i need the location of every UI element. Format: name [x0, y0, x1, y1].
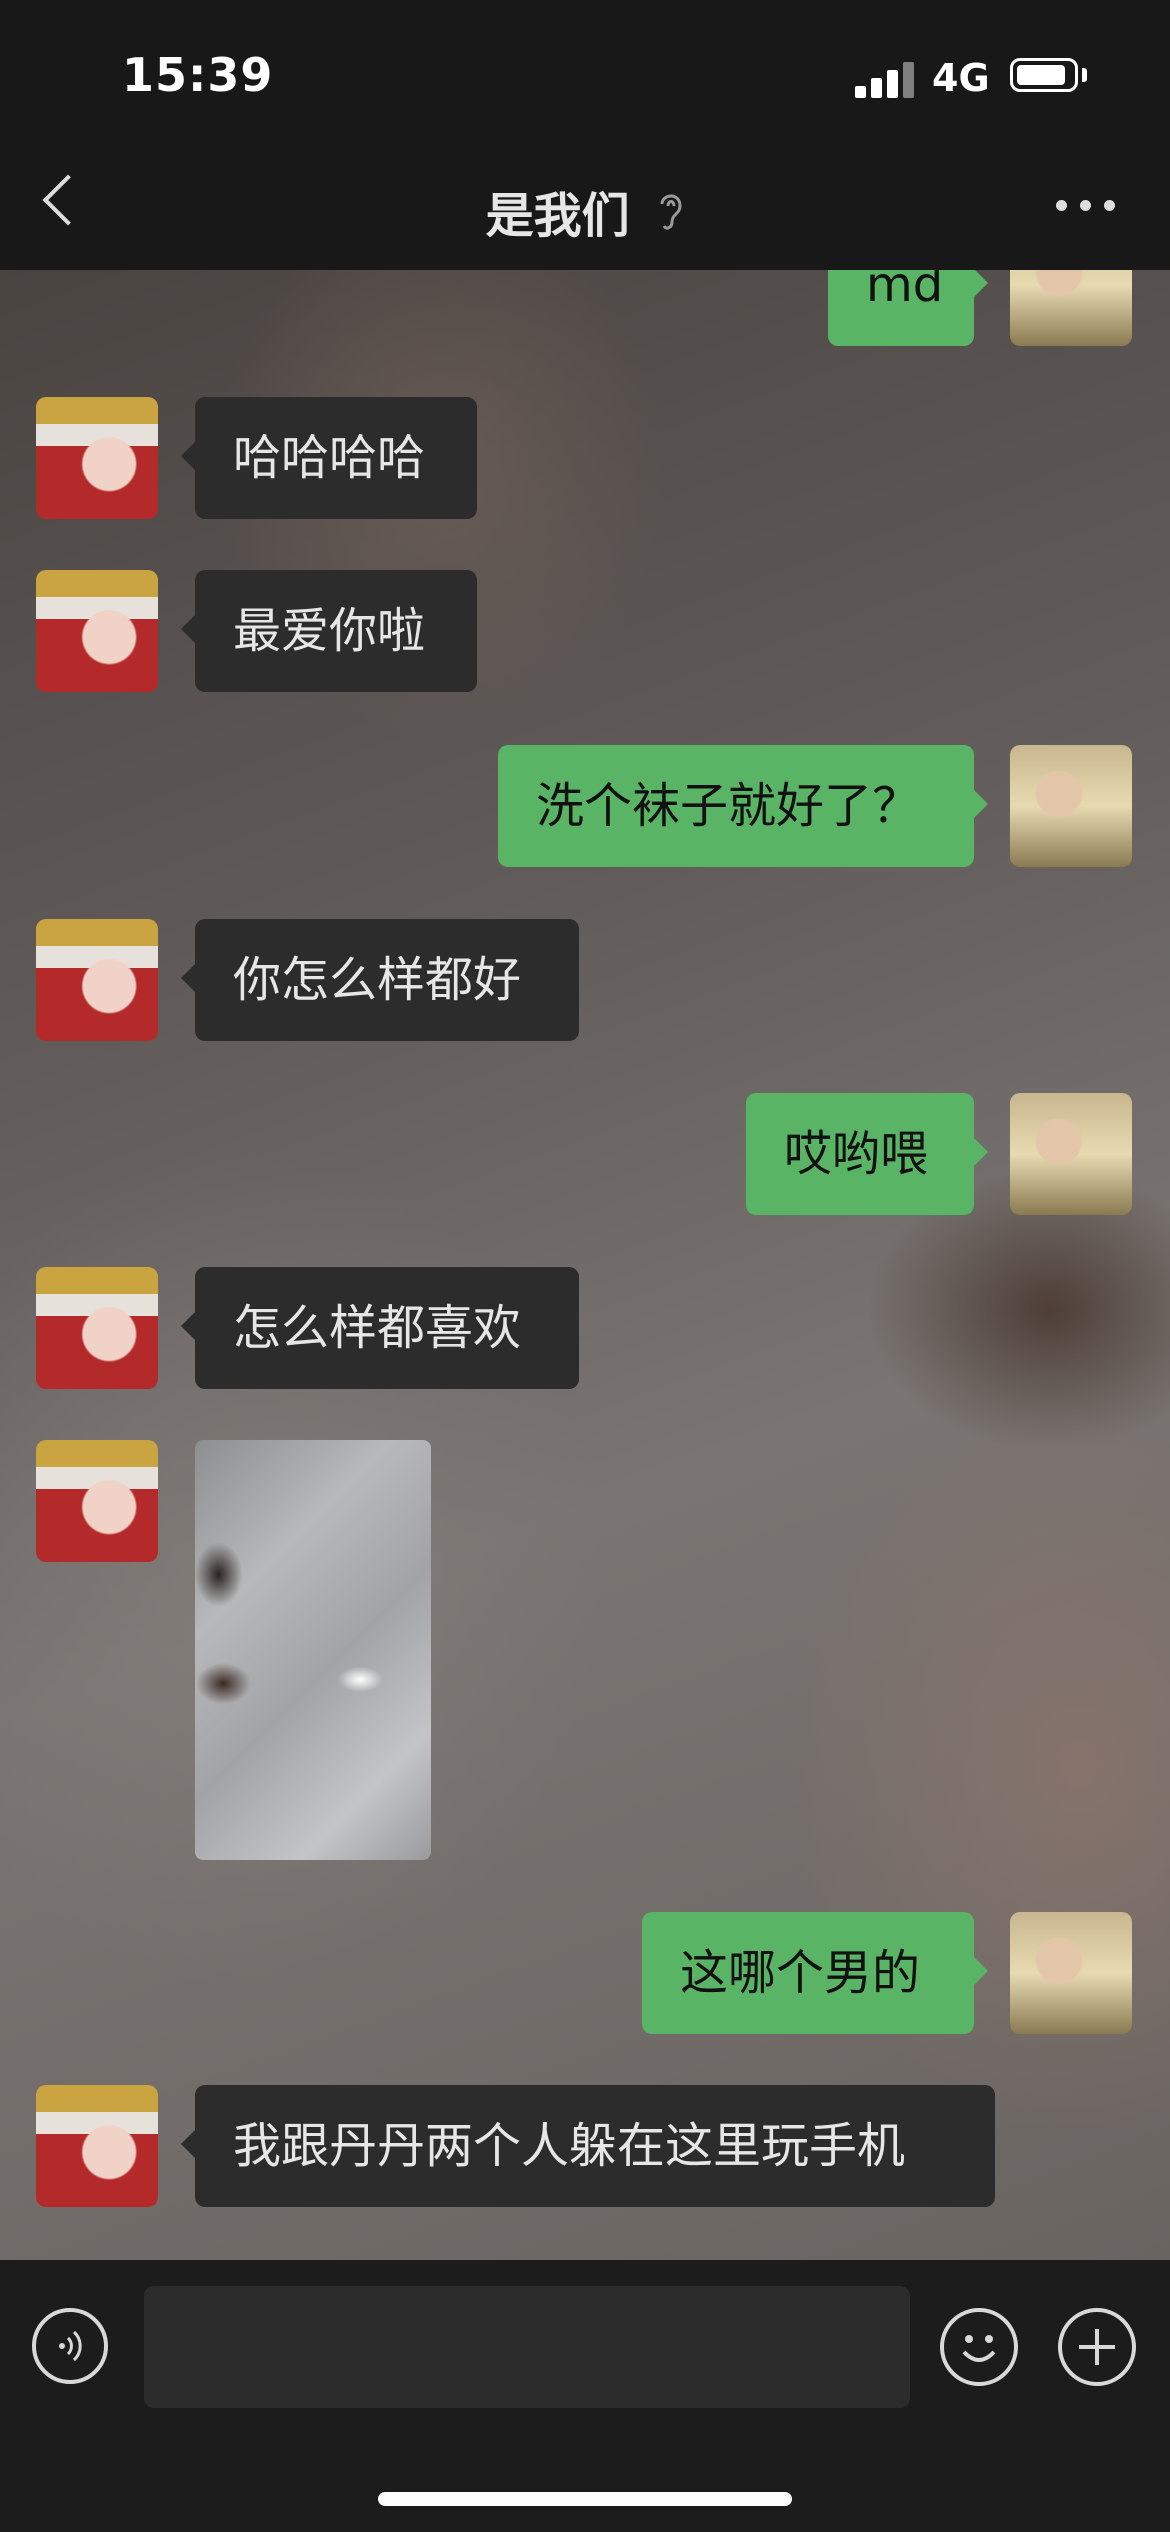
avatar[interactable]	[36, 1440, 158, 1562]
plus-icon[interactable]	[1058, 2308, 1136, 2386]
avatar[interactable]	[36, 397, 158, 519]
voice-icon[interactable]	[32, 2308, 108, 2384]
home-indicator[interactable]	[378, 2492, 792, 2506]
cellular-signal-icon	[855, 60, 915, 98]
avatar[interactable]	[1010, 270, 1132, 346]
message-bubble-incoming[interactable]: 怎么样都喜欢	[181, 1267, 579, 1389]
avatar[interactable]	[1010, 1912, 1132, 2034]
message-bubble-outgoing[interactable]: 这哪个男的	[642, 1912, 988, 2034]
image-message[interactable]	[195, 1440, 431, 1860]
message-bubble-outgoing[interactable]: 洗个袜子就好了？	[498, 745, 988, 867]
input-bar	[0, 2260, 1170, 2532]
avatar[interactable]	[1010, 1093, 1132, 1215]
more-dots-icon[interactable]	[1056, 200, 1116, 212]
avatar[interactable]	[36, 1267, 158, 1389]
message-bubble-incoming[interactable]: 我跟丹丹两个人躲在这里玩手机	[181, 2085, 995, 2207]
status-time: 15:39	[122, 48, 274, 102]
emoji-icon[interactable]	[940, 2308, 1018, 2386]
avatar[interactable]	[36, 2085, 158, 2207]
message-bubble-outgoing[interactable]: md	[828, 270, 988, 346]
battery-tip	[1082, 68, 1087, 82]
network-type: 4G	[932, 56, 990, 100]
avatar[interactable]	[1010, 745, 1132, 867]
avatar[interactable]	[36, 570, 158, 692]
avatar[interactable]	[36, 919, 158, 1041]
message-bubble-outgoing[interactable]: 哎哟喂	[746, 1093, 988, 1215]
message-bubble-incoming[interactable]: 哈哈哈哈	[181, 397, 477, 519]
battery-icon	[1010, 58, 1078, 92]
chat-title-text: 是我们	[485, 188, 630, 244]
ear-icon	[660, 194, 682, 230]
message-bubble-incoming[interactable]: 你怎么样都好	[181, 919, 579, 1041]
top-bar: 15:39 4G 是我们	[0, 0, 1170, 270]
chat-area[interactable]: md 哈哈哈哈 最爱你啦 洗个袜子就好了？ 你怎么样都好 哎哟喂 怎么样都喜欢 …	[0, 270, 1170, 2260]
message-bubble-incoming[interactable]: 最爱你啦	[181, 570, 477, 692]
chat-title: 是我们	[0, 176, 1170, 246]
message-input[interactable]	[144, 2286, 910, 2408]
